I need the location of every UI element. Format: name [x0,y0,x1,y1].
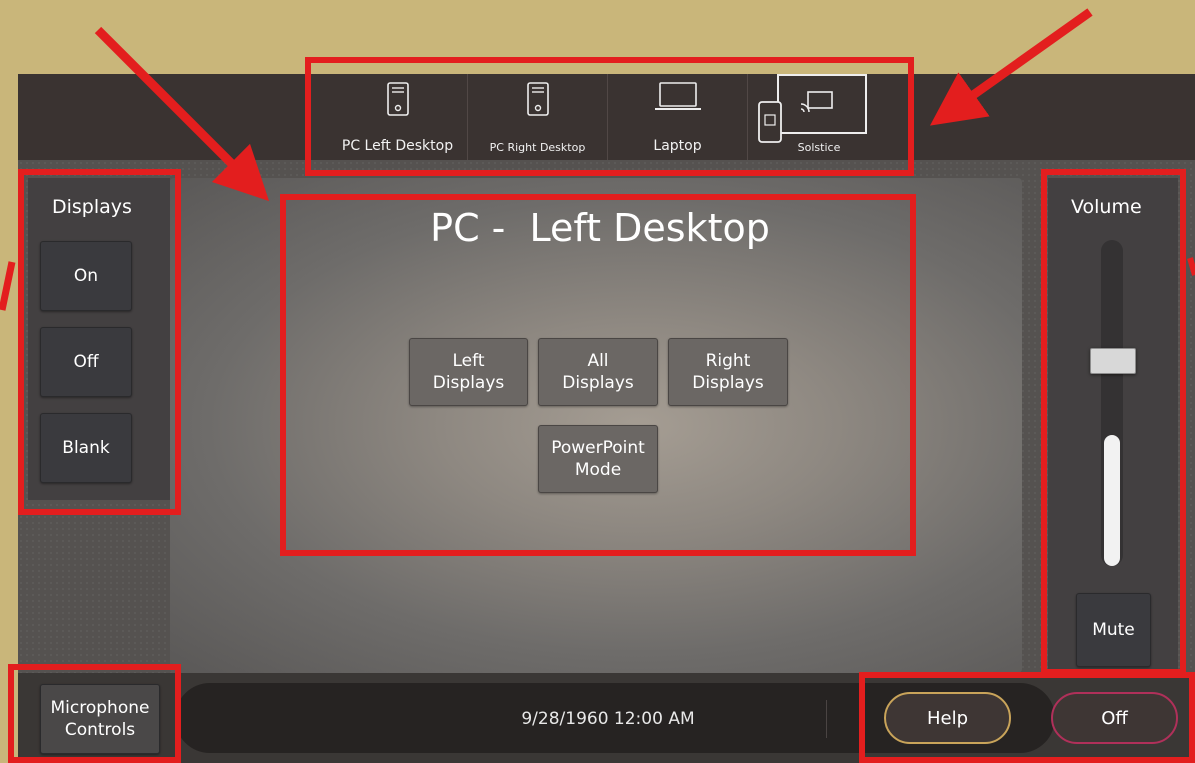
arrow-to-sources [929,8,1093,126]
arrow-fragment-right [1187,257,1195,276]
annotation-arrows [0,8,1195,311]
arrow-to-stage [94,26,270,202]
arrow-fragment-left [0,261,16,311]
